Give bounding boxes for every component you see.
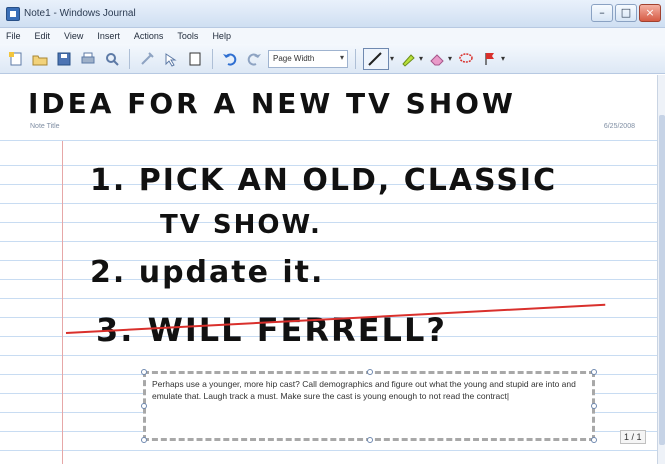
zoom-select[interactable]: Page Width ▾: [268, 49, 348, 68]
maximize-button[interactable]: □: [615, 4, 637, 22]
undo-icon[interactable]: [220, 49, 240, 69]
ink-line-2: 2. update it.: [90, 255, 325, 290]
resize-handle[interactable]: [591, 369, 597, 375]
resize-handle[interactable]: [141, 437, 147, 443]
resize-handle[interactable]: [141, 403, 147, 409]
insert-space-icon[interactable]: [137, 49, 157, 69]
ink-line-1: 1. PICK AN OLD, CLASSIC: [90, 163, 558, 198]
vertical-scrollbar[interactable]: [657, 75, 665, 464]
resize-handle[interactable]: [367, 437, 373, 443]
note-date: 6/25/2008: [603, 123, 635, 130]
menu-bar: File Edit View Insert Actions Tools Help: [0, 28, 665, 44]
search-icon[interactable]: [102, 49, 122, 69]
chevron-down-icon[interactable]: ▾: [419, 54, 423, 63]
resize-handle[interactable]: [141, 369, 147, 375]
print-icon[interactable]: [78, 49, 98, 69]
ink-line-1-continued: TV SHOW.: [160, 210, 322, 240]
toolbar-separator: [212, 48, 213, 69]
select-icon[interactable]: [161, 49, 181, 69]
highlighter-icon[interactable]: [398, 49, 418, 69]
toolbar: Page Width ▾ ▾ ▾ ▾ ▾: [0, 44, 665, 74]
resize-handle[interactable]: [591, 403, 597, 409]
page-counter: 1 / 1: [620, 430, 646, 444]
close-button[interactable]: ×: [639, 4, 661, 22]
journal-app-icon[interactable]: [6, 7, 20, 21]
save-icon[interactable]: [54, 49, 74, 69]
note-title-area[interactable]: IDEA FOR A NEW TV SHOW Note Title 6/25/2…: [0, 75, 657, 141]
text-box[interactable]: Perhaps use a younger, more hip cast? Ca…: [141, 369, 597, 443]
menu-file[interactable]: File: [6, 31, 21, 41]
lasso-icon[interactable]: [456, 49, 476, 69]
resize-handle[interactable]: [367, 369, 373, 375]
note-page[interactable]: IDEA FOR A NEW TV SHOW Note Title 6/25/2…: [0, 75, 657, 464]
chevron-down-icon[interactable]: ▾: [501, 54, 505, 63]
menu-help[interactable]: Help: [212, 31, 231, 41]
menu-insert[interactable]: Insert: [97, 31, 120, 41]
page-icon[interactable]: [185, 49, 205, 69]
resize-handle[interactable]: [591, 437, 597, 443]
chevron-down-icon: ▾: [339, 52, 344, 62]
toolbar-separator: [355, 48, 356, 69]
redo-icon[interactable]: [244, 49, 264, 69]
text-box-content[interactable]: Perhaps use a younger, more hip cast? Ca…: [152, 378, 586, 402]
pen-icon[interactable]: [363, 47, 389, 70]
scrollbar-thumb[interactable]: [659, 115, 665, 445]
window-title: Note1 - Windows Journal: [24, 8, 136, 19]
title-bar[interactable]: Note1 - Windows Journal – □ ×: [0, 0, 665, 28]
window-controls: – □ ×: [591, 4, 661, 22]
chevron-down-icon[interactable]: ▾: [448, 54, 452, 63]
ink-title: IDEA FOR A NEW TV SHOW: [28, 87, 516, 120]
menu-view[interactable]: View: [64, 31, 83, 41]
eraser-icon[interactable]: [427, 49, 447, 69]
zoom-value: Page Width: [273, 53, 315, 63]
new-note-icon[interactable]: [6, 49, 26, 69]
margin-line: [62, 141, 63, 464]
menu-edit[interactable]: Edit: [35, 31, 51, 41]
menu-tools[interactable]: Tools: [177, 31, 198, 41]
open-icon[interactable]: [30, 49, 50, 69]
minimize-button[interactable]: –: [591, 4, 613, 22]
toolbar-separator: [129, 48, 130, 69]
chevron-down-icon[interactable]: ▾: [390, 54, 394, 63]
note-title-label: Note Title: [30, 123, 60, 130]
flag-icon[interactable]: [480, 49, 500, 69]
menu-actions[interactable]: Actions: [134, 31, 164, 41]
